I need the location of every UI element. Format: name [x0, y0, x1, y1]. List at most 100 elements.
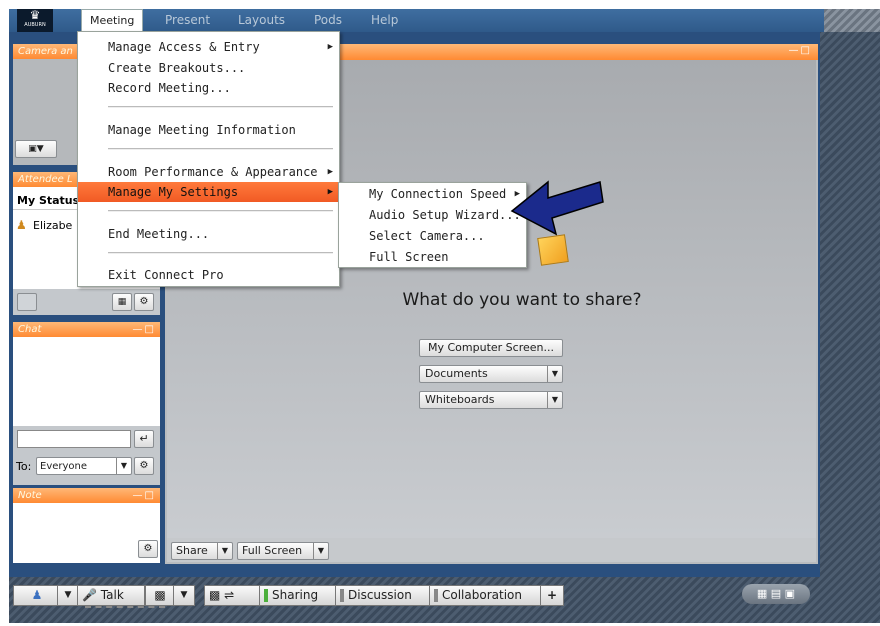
camera-button[interactable]: ▣▼	[15, 140, 57, 158]
meeting-menu: Manage Access & Entry ▶ Create Breakouts.…	[77, 31, 340, 287]
submenu-item-select-camera[interactable]: Select Camera...	[339, 226, 526, 246]
microphone-icon: 🎤	[82, 588, 97, 602]
submenu-arrow-icon: ▶	[327, 187, 333, 197]
talk-level-indicator	[85, 606, 165, 610]
menu-item-record-meeting[interactable]: Record Meeting...	[78, 78, 339, 98]
layout-indicator	[340, 589, 344, 602]
share-window-controls-icon[interactable]: —□	[789, 45, 812, 56]
menu-separator	[108, 252, 333, 254]
submenu-arrow-icon: ▶	[327, 167, 333, 177]
menubar-hatch	[824, 9, 880, 32]
talk-button[interactable]: 🎤 Talk	[77, 585, 145, 606]
add-layout-button[interactable]: +	[540, 585, 564, 606]
layout-tab-discussion[interactable]: Discussion	[335, 585, 433, 606]
chat-settings-gear-icon[interactable]: ⚙	[134, 457, 154, 475]
menu-item-label: Room Performance & Appearance	[108, 165, 318, 179]
full-screen-dropdown-button[interactable]: Full Screen ▼	[237, 542, 329, 560]
menu-separator	[108, 210, 333, 212]
chat-message-input[interactable]	[17, 430, 131, 448]
menu-pods[interactable]: Pods	[308, 12, 348, 29]
menubar: ♛ AUBURN Meeting Present Layouts Pods He…	[9, 9, 880, 32]
attendee-name[interactable]: Elizabe	[33, 219, 72, 232]
menu-item-label: Manage Access & Entry	[108, 40, 260, 54]
settings-gear-icon[interactable]: ⚙	[134, 293, 154, 311]
chat-pod: Chat —□ ↵ To: Everyone ▼ ⚙	[13, 322, 160, 485]
grid-view-icon[interactable]: ▦	[112, 293, 132, 311]
attendee-header: My Status	[17, 194, 80, 207]
share-label: Share	[176, 544, 208, 557]
whiteboards-select[interactable]: Whiteboards ▼	[419, 391, 563, 409]
menu-layouts[interactable]: Layouts	[232, 12, 291, 29]
layout-tab-sharing[interactable]: Sharing	[259, 585, 337, 606]
submenu-item-connection-speed[interactable]: My Connection Speed ▶	[339, 184, 526, 204]
menu-item-create-breakouts[interactable]: Create Breakouts...	[78, 58, 339, 78]
menu-meeting[interactable]: Meeting	[81, 9, 144, 32]
menu-item-manage-meeting-info[interactable]: Manage Meeting Information	[78, 120, 339, 140]
full-screen-label: Full Screen	[242, 544, 303, 557]
menu-item-label: Manage Meeting Information	[108, 123, 296, 137]
note-pod-title-text: Note	[18, 490, 42, 501]
menu-item-exit-connect-pro[interactable]: Exit Connect Pro	[78, 265, 339, 285]
layout-tab-discussion-label: Discussion	[348, 588, 412, 602]
my-computer-screen-button[interactable]: My Computer Screen...	[419, 339, 563, 357]
chat-to-label: To:	[16, 460, 32, 473]
menu-separator	[108, 148, 333, 150]
full-screen-chevron-down-icon: ▼	[313, 543, 328, 559]
lock-icon[interactable]: ▩	[145, 585, 175, 606]
documents-select[interactable]: Documents ▼	[419, 365, 563, 383]
submenu-item-label: My Connection Speed	[369, 187, 507, 201]
note-settings-gear-icon[interactable]: ⚙	[138, 540, 158, 558]
layout-indicator	[434, 589, 438, 602]
app-logo: ♛ AUBURN	[17, 9, 53, 32]
chat-pod-title: Chat —□	[13, 322, 160, 337]
menu-present[interactable]: Present	[159, 12, 216, 29]
submenu-item-full-screen[interactable]: Full Screen	[339, 247, 526, 267]
raise-hand-button[interactable]	[17, 293, 37, 311]
attendee-footer: ▦ ⚙	[13, 289, 160, 315]
submenu-item-label: Full Screen	[369, 250, 449, 264]
whiteboards-label: Whiteboards	[425, 393, 495, 406]
chat-recipient-select[interactable]: Everyone ▼	[36, 457, 132, 475]
logo-text: AUBURN	[24, 22, 46, 28]
menu-item-room-performance[interactable]: Room Performance & Appearance ▶	[78, 162, 339, 182]
submenu-item-label: Select Camera...	[369, 229, 485, 243]
submenu-arrow-icon: ▶	[327, 42, 333, 52]
layout-tab-sharing-label: Sharing	[272, 588, 319, 602]
menu-item-label: Exit Connect Pro	[108, 268, 224, 282]
layout-tab-collaboration-label: Collaboration	[442, 588, 522, 602]
layout-lock-icon[interactable]: ▩ ⇌	[204, 585, 262, 606]
menu-item-end-meeting[interactable]: End Meeting...	[78, 224, 339, 244]
share-dropdown-button[interactable]: Share ▼	[171, 542, 233, 560]
documents-chevron-down-icon: ▼	[547, 366, 562, 382]
chat-footer: ↵ To: Everyone ▼ ⚙	[13, 426, 160, 485]
menu-item-manage-access[interactable]: Manage Access & Entry ▶	[78, 37, 339, 57]
chat-recipient-value: Everyone	[40, 461, 88, 472]
pod-view-icons[interactable]: ▦ ▤ ▣	[742, 584, 810, 604]
menu-item-label: End Meeting...	[108, 227, 210, 241]
note-pod: Note —□ ⚙	[13, 488, 160, 563]
active-layout-indicator	[264, 589, 268, 602]
menu-item-label: Record Meeting...	[108, 81, 231, 95]
menu-help[interactable]: Help	[365, 12, 404, 29]
window-controls-icon[interactable]: —□	[133, 322, 156, 337]
lock-chevron-down-icon[interactable]: ▼	[173, 585, 195, 606]
status-icon[interactable]: ♟	[13, 585, 61, 606]
submenu-item-audio-setup-wizard[interactable]: Audio Setup Wizard...	[339, 205, 526, 225]
menu-item-label: Manage My Settings	[108, 185, 239, 199]
layout-tab-collaboration[interactable]: Collaboration	[429, 585, 543, 606]
submenu-item-label: Audio Setup Wizard...	[369, 208, 521, 222]
settings-submenu: My Connection Speed ▶ Audio Setup Wizard.…	[338, 182, 527, 268]
menu-separator	[108, 106, 333, 108]
talk-label: Talk	[100, 588, 124, 602]
user-icon: ♟	[16, 218, 27, 232]
send-icon[interactable]: ↵	[134, 430, 154, 448]
note-window-controls-icon[interactable]: —□	[133, 488, 156, 503]
menu-item-manage-my-settings[interactable]: Manage My Settings ▶	[78, 182, 339, 202]
menu-item-label: Create Breakouts...	[108, 61, 246, 75]
documents-label: Documents	[425, 367, 488, 380]
status-chevron-down-icon[interactable]: ▼	[57, 585, 79, 606]
share-chevron-down-icon: ▼	[217, 543, 232, 559]
chat-pod-title-text: Chat	[18, 324, 42, 335]
annotation-arrow-icon	[510, 180, 604, 236]
share-document-icon	[537, 234, 569, 266]
